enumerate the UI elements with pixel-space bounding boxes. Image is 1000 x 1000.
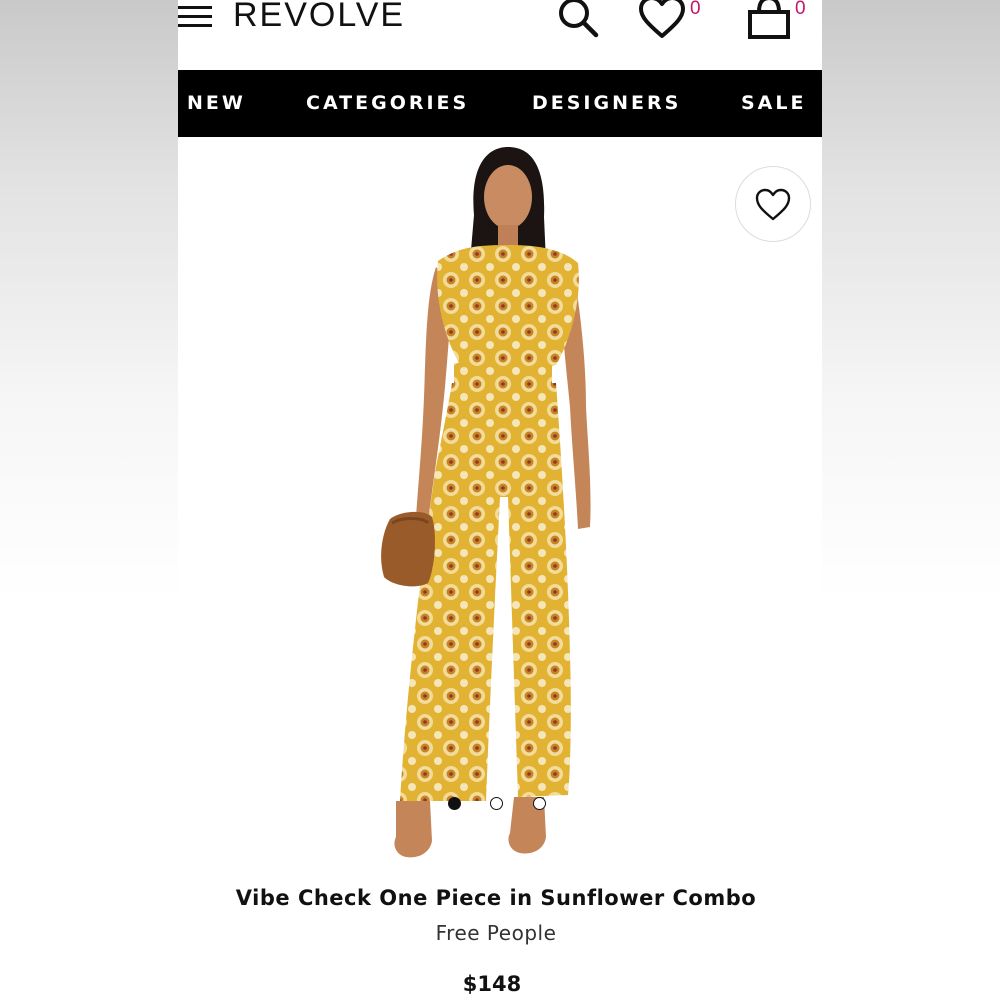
product-page: REVOLVE 0 0 NEW CATEGORIES DESIGNERS SAL… xyxy=(178,0,822,1000)
menu-icon[interactable] xyxy=(178,6,212,30)
main-nav: NEW CATEGORIES DESIGNERS SALE xyxy=(178,70,822,137)
product-brand[interactable]: Free People xyxy=(178,921,814,945)
nav-item-categories[interactable]: CATEGORIES xyxy=(306,92,469,114)
product-title: Vibe Check One Piece in Sunflower Combo xyxy=(235,886,757,910)
product-price: $148 xyxy=(462,972,522,996)
wishlist-button[interactable]: 0 xyxy=(638,0,701,44)
carousel-dot-2[interactable] xyxy=(490,797,503,810)
heart-icon xyxy=(755,188,791,221)
nav-item-new[interactable]: NEW xyxy=(187,92,246,114)
background-left xyxy=(0,0,178,1000)
carousel-indicators xyxy=(446,797,556,813)
add-to-wishlist-button[interactable] xyxy=(735,166,811,242)
bag-button[interactable]: 0 xyxy=(746,0,806,46)
carousel-dot-1[interactable] xyxy=(448,797,461,810)
wishlist-count: 0 xyxy=(690,0,701,19)
product-image xyxy=(178,137,822,870)
site-logo[interactable]: REVOLVE xyxy=(233,0,405,35)
nav-item-designers[interactable]: DESIGNERS xyxy=(532,92,681,114)
carousel-dot-3[interactable] xyxy=(533,797,546,810)
heart-icon xyxy=(639,0,685,38)
search-icon[interactable] xyxy=(556,0,602,44)
site-header: REVOLVE 0 0 xyxy=(178,0,822,70)
bag-count: 0 xyxy=(795,0,806,19)
product-image-carousel[interactable] xyxy=(178,137,822,870)
bag-icon xyxy=(748,0,790,39)
nav-item-sale[interactable]: SALE xyxy=(741,92,806,114)
background-right xyxy=(822,0,1000,1000)
